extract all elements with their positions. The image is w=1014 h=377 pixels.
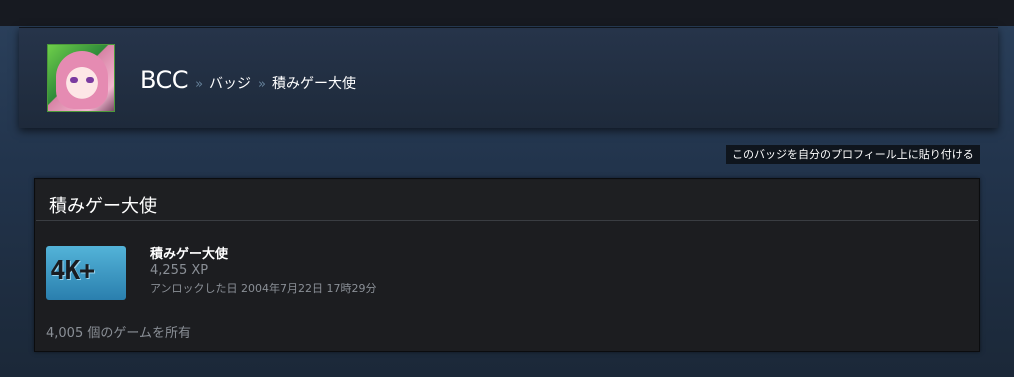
breadcrumb-separator: » bbox=[195, 77, 204, 92]
breadcrumb-badges[interactable]: バッジ bbox=[209, 73, 251, 93]
avatar[interactable] bbox=[47, 44, 115, 112]
badge-unlock-date: アンロックした日 2004年7月22日 17時29分 bbox=[150, 282, 377, 295]
avatar-eye-left bbox=[70, 77, 78, 83]
avatar-eye-right bbox=[86, 77, 94, 83]
badge-name: 積みゲー大使 bbox=[150, 247, 229, 262]
avatar-image bbox=[56, 51, 108, 109]
badge-panel-title: 積みゲー大使 bbox=[49, 196, 157, 217]
breadcrumb-separator: » bbox=[258, 77, 266, 92]
badge-panel-header: 積みゲー大使 bbox=[36, 180, 978, 221]
breadcrumb-current: 積みゲー大使 bbox=[272, 76, 356, 92]
breadcrumb-username[interactable]: BCC bbox=[140, 66, 189, 94]
profile-header: BCC » バッジ » 積みゲー大使 bbox=[19, 27, 998, 128]
breadcrumb: BCC » バッジ » 積みゲー大使 bbox=[140, 66, 356, 96]
badge-xp: 4,255 XP bbox=[150, 263, 209, 278]
badge-icon: 4K+ bbox=[46, 246, 126, 300]
badge-panel: 積みゲー大使 4K+ 積みゲー大使 4,255 XP アンロックした日 2004… bbox=[34, 178, 980, 352]
badge-icon-text: 4K+ bbox=[50, 256, 95, 286]
games-owned-count: 4,005 個のゲームを所有 bbox=[46, 326, 191, 341]
top-bar bbox=[0, 0, 1014, 27]
pin-badge-to-profile-button[interactable]: このバッジを自分のプロフィール上に貼り付ける bbox=[726, 145, 980, 164]
